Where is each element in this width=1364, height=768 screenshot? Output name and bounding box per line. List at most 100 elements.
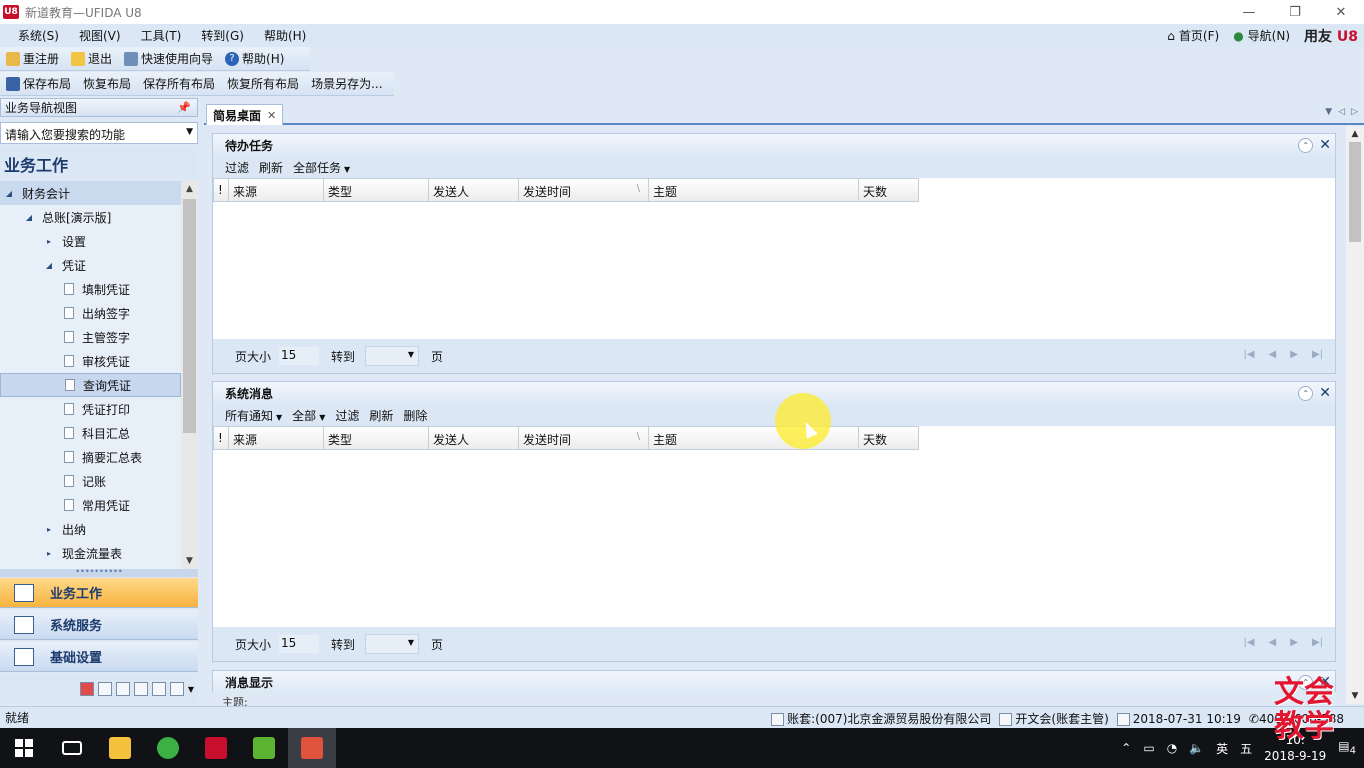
- all-tasks-dropdown[interactable]: 全部任务 ▼: [289, 159, 354, 176]
- content-scrollbar[interactable]: ▲ ▼: [1346, 126, 1364, 704]
- ime-mode[interactable]: 五: [1240, 740, 1252, 757]
- filter-button[interactable]: 过滤: [221, 159, 253, 176]
- first-page-icon[interactable]: |◀: [1243, 637, 1254, 648]
- delete-button[interactable]: 删除: [399, 407, 431, 424]
- nav-tree-item[interactable]: 记账: [0, 469, 181, 493]
- tab-simple-desktop[interactable]: 简易桌面 ✕: [206, 104, 284, 125]
- edit-icon[interactable]: [97, 682, 112, 696]
- next-page-icon[interactable]: ▶: [1290, 637, 1298, 648]
- help-button[interactable]: ? 帮助(H): [219, 50, 290, 67]
- stop-icon[interactable]: [79, 682, 94, 696]
- all-notices-dropdown[interactable]: 所有通知 ▼: [221, 407, 286, 424]
- collapsed-arrow-icon[interactable]: ▸: [44, 549, 54, 558]
- nav-system-button[interactable]: 系统服务: [0, 610, 198, 640]
- home-link[interactable]: ⌂ 首页(F): [1167, 27, 1219, 44]
- column-header-send-time[interactable]: 发送时间 \: [519, 178, 649, 202]
- copy-icon[interactable]: [151, 682, 166, 696]
- expanded-arrow-icon[interactable]: ◢: [44, 261, 54, 270]
- menu-system[interactable]: 系统(S): [8, 27, 69, 44]
- scroll-up-icon[interactable]: ▲: [1346, 126, 1364, 142]
- nav-tree-item[interactable]: 科目汇总: [0, 421, 181, 445]
- column-header-source[interactable]: 来源: [229, 426, 324, 450]
- camtasia-green-button[interactable]: [240, 728, 288, 768]
- exit-button[interactable]: 退出: [65, 50, 118, 67]
- chevron-left-icon[interactable]: ◁: [1338, 107, 1345, 117]
- scroll-thumb[interactable]: [1349, 142, 1361, 242]
- save-all-layouts-button[interactable]: 保存所有布局: [137, 75, 221, 92]
- navigation-link[interactable]: ● 导航(N): [1233, 27, 1290, 44]
- expanded-arrow-icon[interactable]: ◢: [24, 213, 34, 222]
- collapsed-arrow-icon[interactable]: ▸: [44, 525, 54, 534]
- chevron-down-icon[interactable]: ▼: [186, 127, 193, 137]
- nav-business-button[interactable]: 业务工作: [0, 578, 198, 608]
- task-view-button[interactable]: [48, 728, 96, 768]
- menu-help[interactable]: 帮助(H): [254, 27, 316, 44]
- all-dropdown[interactable]: 全部 ▼: [288, 407, 329, 424]
- nav-tree-item[interactable]: 主管签字: [0, 325, 181, 349]
- goto-page-select[interactable]: ▼: [365, 346, 420, 366]
- nav-tree-item[interactable]: 出纳签字: [0, 301, 181, 325]
- volume-icon[interactable]: 🔈: [1189, 741, 1204, 755]
- nav-tree-item[interactable]: 凭证打印: [0, 397, 181, 421]
- camtasia-red-button[interactable]: [288, 728, 336, 768]
- menu-tools[interactable]: 工具(T): [131, 27, 192, 44]
- maximize-button[interactable]: ❐: [1272, 0, 1318, 24]
- chevron-down-icon[interactable]: ▼: [188, 685, 194, 694]
- close-icon[interactable]: ✕: [267, 109, 276, 122]
- menu-goto[interactable]: 转到(G): [191, 27, 254, 44]
- prev-page-icon[interactable]: ◀: [1269, 349, 1277, 360]
- ime-language[interactable]: 英: [1216, 740, 1228, 757]
- nav-tree-item[interactable]: 查询凭证: [0, 373, 181, 397]
- last-page-icon[interactable]: ▶|: [1312, 349, 1323, 360]
- menu-view[interactable]: 视图(V): [69, 27, 131, 44]
- close-window-button[interactable]: ✕: [1318, 0, 1364, 24]
- notification-icon[interactable]: ▤4: [1338, 739, 1356, 756]
- filter-button[interactable]: 过滤: [331, 407, 363, 424]
- flag-column-header[interactable]: !: [213, 178, 229, 202]
- nav-basic-button[interactable]: 基础设置: [0, 642, 198, 672]
- re-register-button[interactable]: 重注册: [0, 50, 65, 67]
- column-header-days[interactable]: 天数: [859, 426, 919, 450]
- function-search-input[interactable]: 请输入您要搜索的功能 ▼: [0, 122, 198, 144]
- column-header-source[interactable]: 来源: [229, 178, 324, 202]
- column-header-sender[interactable]: 发送人: [429, 178, 519, 202]
- save-scene-as-button[interactable]: 场景另存为...: [305, 75, 388, 92]
- restore-layout-button[interactable]: 恢复布局: [77, 75, 137, 92]
- start-button[interactable]: [0, 728, 48, 768]
- battery-icon[interactable]: ▭: [1143, 741, 1154, 755]
- collapse-icon[interactable]: ⌃: [1298, 137, 1314, 153]
- minimize-button[interactable]: —: [1226, 0, 1272, 24]
- pin-icon[interactable]: 📌: [177, 101, 191, 114]
- scroll-up-icon[interactable]: ▲: [181, 181, 198, 197]
- nav-tree-item[interactable]: 摘要汇总表: [0, 445, 181, 469]
- column-header-subject[interactable]: 主题: [649, 178, 859, 202]
- next-page-icon[interactable]: ▶: [1290, 349, 1298, 360]
- column-header-send-time[interactable]: 发送时间 \: [519, 426, 649, 450]
- expanded-arrow-icon[interactable]: ◢: [4, 189, 14, 198]
- chevron-up-icon[interactable]: ⌃: [1121, 741, 1131, 755]
- column-header-days[interactable]: 天数: [859, 178, 919, 202]
- page-size-input[interactable]: 15: [279, 347, 320, 365]
- nav-tree-item[interactable]: ◢ 总账[演示版]: [0, 205, 181, 229]
- nav-tree-item[interactable]: ▸ 设置: [0, 229, 181, 253]
- nav-tree-item[interactable]: ▸ 出纳: [0, 517, 181, 541]
- prev-page-icon[interactable]: ◀: [1269, 637, 1277, 648]
- refresh-icon[interactable]: [169, 682, 184, 696]
- nav-tree-item[interactable]: ◢ 财务会计: [0, 181, 181, 205]
- nav-tree-item[interactable]: ▸ 现金流量表: [0, 541, 181, 565]
- close-icon[interactable]: ✕: [1319, 385, 1331, 401]
- refresh-button[interactable]: 刷新: [365, 407, 397, 424]
- page-size-input[interactable]: 15: [279, 635, 320, 653]
- column-header-type[interactable]: 类型: [324, 178, 429, 202]
- save-layout-button[interactable]: 保存布局: [0, 75, 77, 92]
- column-header-sender[interactable]: 发送人: [429, 426, 519, 450]
- chevron-down-icon[interactable]: ▼: [1325, 107, 1332, 117]
- nav-splitter-handle[interactable]: ••••••••••: [0, 568, 198, 577]
- u8-app-button[interactable]: [192, 728, 240, 768]
- chevron-right-icon[interactable]: ▷: [1351, 107, 1358, 117]
- file-explorer-button[interactable]: [96, 728, 144, 768]
- last-page-icon[interactable]: ▶|: [1312, 637, 1323, 648]
- nav-tree-item[interactable]: 填制凭证: [0, 277, 181, 301]
- scroll-down-icon[interactable]: ▼: [181, 553, 198, 569]
- close-icon[interactable]: ✕: [1319, 137, 1331, 153]
